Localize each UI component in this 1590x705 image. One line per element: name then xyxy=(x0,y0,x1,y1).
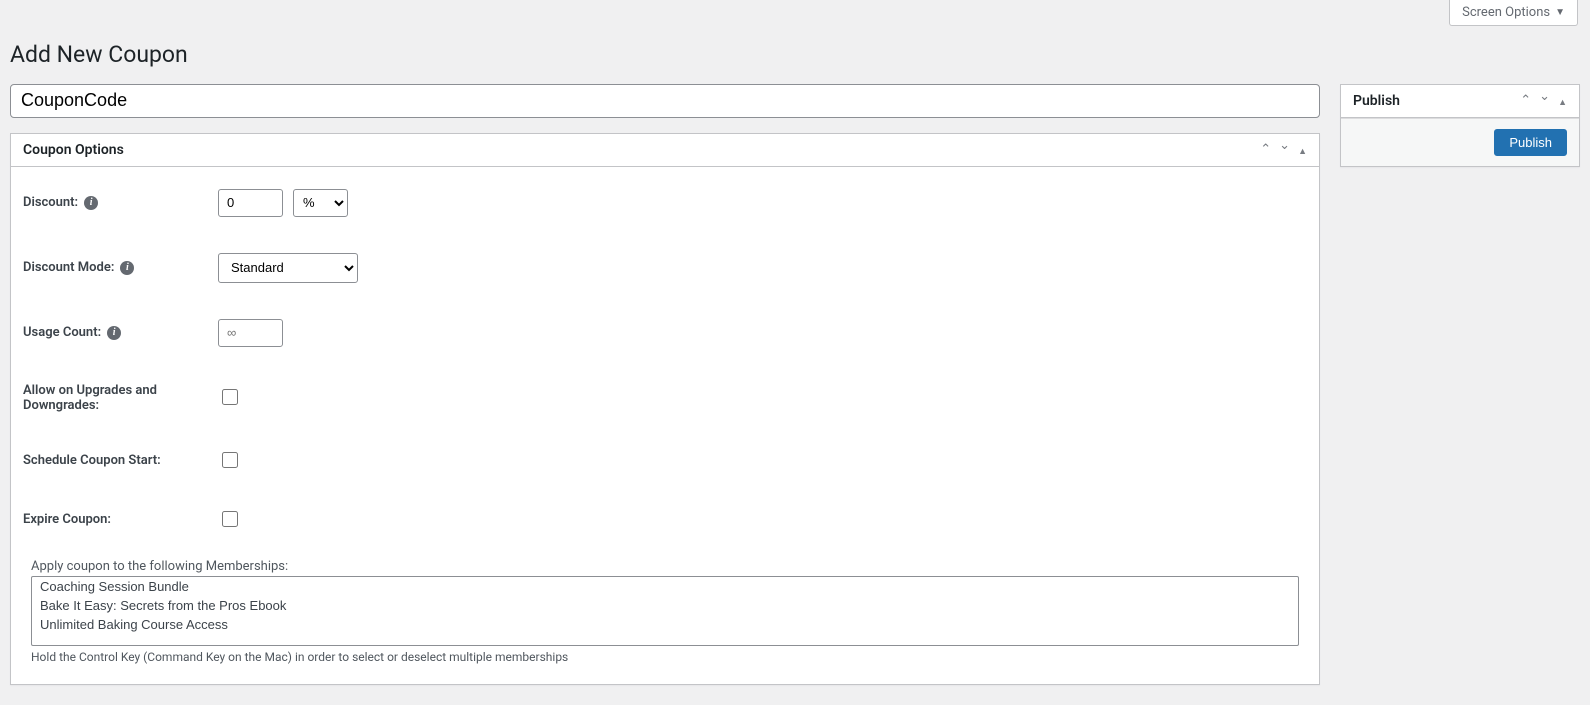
coupon-options-panel: Coupon Options Discount: i % xyxy=(10,133,1320,685)
membership-option[interactable]: Coaching Session Bundle xyxy=(32,577,1298,596)
info-icon[interactable]: i xyxy=(107,326,121,340)
membership-option[interactable]: Unlimited Baking Course Access xyxy=(32,615,1298,634)
memberships-help-text: Hold the Control Key (Command Key on the… xyxy=(31,650,1299,664)
page-title: Add New Coupon xyxy=(0,41,1590,68)
allow-upgrades-label: Allow on Upgrades and Downgrades: xyxy=(23,383,208,413)
discount-mode-label: Discount Mode: xyxy=(23,260,114,275)
publish-button[interactable]: Publish xyxy=(1494,129,1567,156)
info-icon[interactable]: i xyxy=(120,261,134,275)
schedule-start-label: Schedule Coupon Start: xyxy=(23,453,161,468)
screen-options-label: Screen Options xyxy=(1462,5,1550,20)
panel-down-icon[interactable] xyxy=(1279,142,1290,157)
panel-up-icon[interactable] xyxy=(1260,142,1271,157)
usage-count-label: Usage Count: xyxy=(23,325,101,340)
discount-mode-select[interactable]: Standard xyxy=(218,253,358,283)
memberships-label: Apply coupon to the following Membership… xyxy=(31,559,1299,574)
discount-type-select[interactable]: % xyxy=(293,189,348,217)
expire-coupon-label: Expire Coupon: xyxy=(23,512,111,527)
usage-count-input[interactable] xyxy=(218,319,283,347)
publish-title: Publish xyxy=(1353,93,1512,109)
panel-toggle-icon[interactable] xyxy=(1558,94,1567,108)
discount-label: Discount: xyxy=(23,195,78,210)
triangle-down-icon: ▼ xyxy=(1555,7,1565,18)
schedule-start-checkbox[interactable] xyxy=(222,452,238,468)
panel-toggle-icon[interactable] xyxy=(1298,143,1307,157)
expire-coupon-checkbox[interactable] xyxy=(222,511,238,527)
info-icon[interactable]: i xyxy=(84,196,98,210)
coupon-options-title: Coupon Options xyxy=(23,142,1252,158)
publish-panel: Publish Publish xyxy=(1340,84,1580,167)
discount-amount-input[interactable] xyxy=(218,189,283,217)
memberships-select[interactable]: Coaching Session Bundle Bake It Easy: Se… xyxy=(31,576,1299,646)
coupon-code-input[interactable] xyxy=(10,84,1320,118)
allow-upgrades-checkbox[interactable] xyxy=(222,389,238,405)
screen-options-button[interactable]: Screen Options ▼ xyxy=(1449,0,1578,26)
panel-up-icon[interactable] xyxy=(1520,93,1531,108)
panel-down-icon[interactable] xyxy=(1539,93,1550,108)
membership-option[interactable]: Bake It Easy: Secrets from the Pros Eboo… xyxy=(32,596,1298,615)
